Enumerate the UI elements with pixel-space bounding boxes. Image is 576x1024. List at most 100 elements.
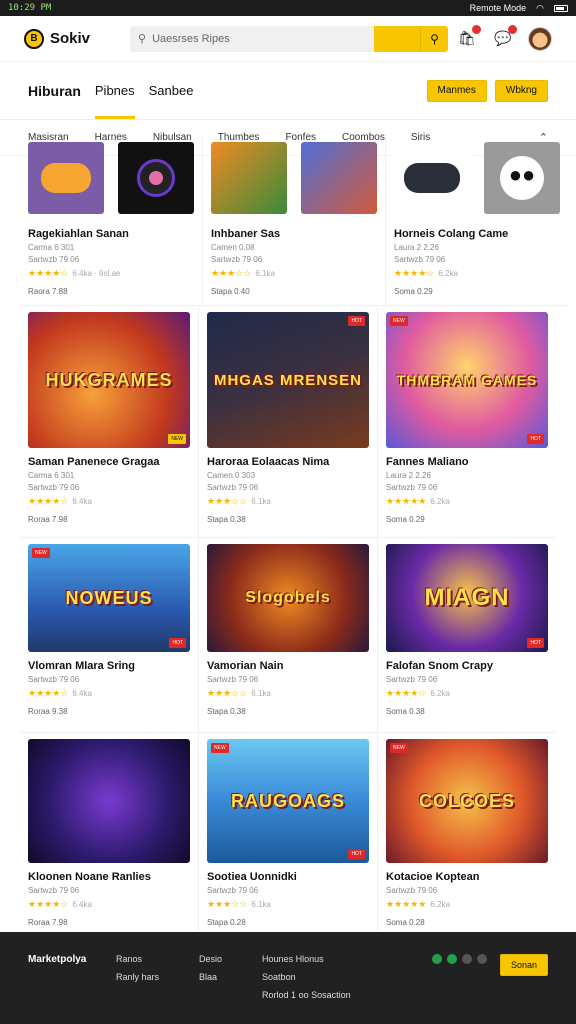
product-sub: Sartwzb 79 06 xyxy=(28,675,80,684)
footer-link[interactable]: Rorlod 1 oo Sosaction xyxy=(262,990,382,1000)
wifi-icon: ◠ xyxy=(536,2,544,13)
banner-title: MHGAS MRENSEN xyxy=(213,371,362,389)
chat-icon[interactable]: 💬 xyxy=(492,24,517,50)
badge: HOT xyxy=(348,849,365,859)
badge: HOT xyxy=(348,316,365,326)
product-price: Stapa 0.40 xyxy=(211,287,250,296)
battery-icon xyxy=(554,4,568,12)
rating-text: 6.2ka xyxy=(438,269,458,278)
rating-stars: ★★★★★ xyxy=(386,899,427,909)
rating-text: 6.4ka xyxy=(72,900,92,909)
product-sub: Sartwzb 79 06 xyxy=(386,886,438,895)
badge: NEW xyxy=(211,743,229,753)
social-icon[interactable] xyxy=(431,954,442,964)
rating-text: 6.1ka xyxy=(251,900,271,909)
product-price: Soma 0.28 xyxy=(386,918,425,927)
product-card[interactable]: COLCOES NEW Kotacioe Koptean Sartwzb 79 … xyxy=(378,733,556,933)
product-title: Kotacioe Koptean xyxy=(386,871,480,883)
product-title: Ragekiahlan Sanan xyxy=(28,228,129,240)
avatar[interactable] xyxy=(528,26,552,51)
game-banner: COLCOES NEW xyxy=(386,739,548,863)
product-title: Inhbaner Sas xyxy=(211,228,281,240)
footer-link[interactable]: Hounes Hlonus xyxy=(262,954,382,964)
tab-sanbee[interactable]: Sanbee xyxy=(149,62,194,119)
product-title: Horneis Colang Came xyxy=(394,228,509,240)
tab-pibnes[interactable]: Pibnes xyxy=(94,62,135,119)
product-sub: Sartwzb 79 06 xyxy=(28,255,80,264)
banner-title: THMBRAM GAMES xyxy=(396,372,538,388)
social-icon[interactable] xyxy=(476,954,487,964)
wbkng-button[interactable]: Wbkng xyxy=(494,79,548,102)
rating-stars: ★★★☆☆ xyxy=(207,496,248,506)
product-card[interactable]: MHGAS MRENSEN HOT Haroraa Eolaacas Nima … xyxy=(199,306,378,538)
rating-text: 6.1ka xyxy=(255,269,275,278)
badge: HOT xyxy=(527,434,544,444)
search-button[interactable]: ⚲ xyxy=(420,25,448,52)
product-sub: Carma 6 301 xyxy=(28,471,75,480)
product-card[interactable]: Inhbaner Sas Camen 0.08 Sartwzb 79 06 ★★… xyxy=(203,136,386,306)
game-banner: MHGAS MRENSEN HOT xyxy=(207,312,369,448)
product-card[interactable]: RAUGOAGS NEW HOT Sootiea Uonnidki Sartwz… xyxy=(199,733,378,933)
game-art-thumb xyxy=(211,142,287,214)
game-banner: Slogobels xyxy=(207,544,369,652)
status-text: Remote Mode xyxy=(469,3,527,13)
footer-link[interactable]: Soatbon xyxy=(262,972,382,982)
rating-text: 6.2ka xyxy=(430,900,450,909)
product-sub: Sartwzb 79 06 xyxy=(211,255,263,264)
product-sub: Sartwzb 79 06 xyxy=(386,483,438,492)
product-sub: Sartwzb 79 06 xyxy=(207,675,259,684)
footer-link[interactable]: Ranly hars xyxy=(116,972,159,982)
product-sub: Sartwzb 79 06 xyxy=(394,255,446,264)
badge: HOT xyxy=(169,638,186,648)
product-card[interactable]: Horneis Colang Came Laura 2 2.26 Sartwzb… xyxy=(386,136,568,306)
social-icon[interactable] xyxy=(461,954,472,964)
search-filter[interactable] xyxy=(374,25,420,52)
search-input[interactable]: ⚲ Uaesrses Ripes xyxy=(130,26,374,52)
product-card[interactable]: MIAGN HOT Falofan Snom Crapy Sartwzb 79 … xyxy=(378,538,556,733)
badge: HOT xyxy=(527,638,544,648)
product-card[interactable]: Slogobels Vamorian Nain Sartwzb 79 06 ★★… xyxy=(199,538,378,733)
controller-thumb xyxy=(394,142,470,214)
product-card[interactable]: THMBRAM GAMES NEW HOT Fannes Maliano Lau… xyxy=(378,306,556,538)
product-card[interactable]: NOWEUS NEW HOT Vlomran Mlara Sring Sartw… xyxy=(20,538,199,733)
tabs: Hiburan Pibnes Sanbee xyxy=(28,62,193,119)
footer-link[interactable]: Ranos xyxy=(116,954,159,964)
product-price: Stapa 0.38 xyxy=(207,707,246,716)
footer-link[interactable]: Desio xyxy=(199,954,222,964)
logo[interactable]: B Sokiv xyxy=(24,28,114,49)
footer-button[interactable]: Sonan xyxy=(499,954,548,976)
product-title: Saman Panenece Gragaa xyxy=(28,456,160,468)
product-price: Roraa 7.98 xyxy=(28,918,68,927)
badge: NEW xyxy=(168,434,186,444)
footer-link[interactable]: Blaa xyxy=(199,972,222,982)
notification-badge xyxy=(472,24,481,34)
bag-icon[interactable]: 🛍 xyxy=(456,24,481,50)
product-sub: Sartwzb 79 06 xyxy=(386,675,438,684)
game-banner: HUKGRAMES NEW xyxy=(28,312,190,448)
product-price: Roraa 9.38 xyxy=(28,707,68,716)
rating-stars: ★★★☆☆ xyxy=(207,899,248,909)
search-bar[interactable]: ⚲ Uaesrses Ripes ⚲ xyxy=(130,25,448,52)
tabs-row: Hiburan Pibnes Sanbee Manmes Wbkng xyxy=(0,62,576,120)
status-bar: 10:29 PM Remote Mode ◠ xyxy=(0,0,576,16)
product-title: Sootiea Uonnidki xyxy=(207,871,297,883)
badge: NEW xyxy=(390,743,408,753)
rating-stars: ★★★☆☆ xyxy=(211,268,252,278)
product-card[interactable]: HUKGRAMES NEW Saman Panenece Gragaa Carm… xyxy=(20,306,199,538)
manmes-button[interactable]: Manmes xyxy=(426,79,487,102)
rating-text: 6.4ka xyxy=(72,497,92,506)
rating-text: 6.1ka xyxy=(251,497,271,506)
social-icon[interactable] xyxy=(446,954,457,964)
rating-text: 6.2ka xyxy=(430,689,450,698)
product-sub: Sartwzb 79 06 xyxy=(28,483,80,492)
banner-title: MIAGN xyxy=(424,584,510,611)
product-card[interactable]: Ragekiahlan Sanan Carma 6 301 Sartwzb 79… xyxy=(20,136,203,306)
rating-stars: ★★★★☆ xyxy=(28,496,69,506)
product-title: Fannes Maliano xyxy=(386,456,469,468)
banner-title: HUKGRAMES xyxy=(45,369,173,390)
product-price: Soma 0.29 xyxy=(386,515,425,524)
product-sub: Carma 6 301 xyxy=(28,243,75,252)
tab-hiburan[interactable]: Hiburan xyxy=(28,62,81,119)
product-card[interactable]: Kloonen Noane Ranlies Sartwzb 79 06 ★★★★… xyxy=(20,733,199,933)
logo-mark: B xyxy=(24,28,44,49)
